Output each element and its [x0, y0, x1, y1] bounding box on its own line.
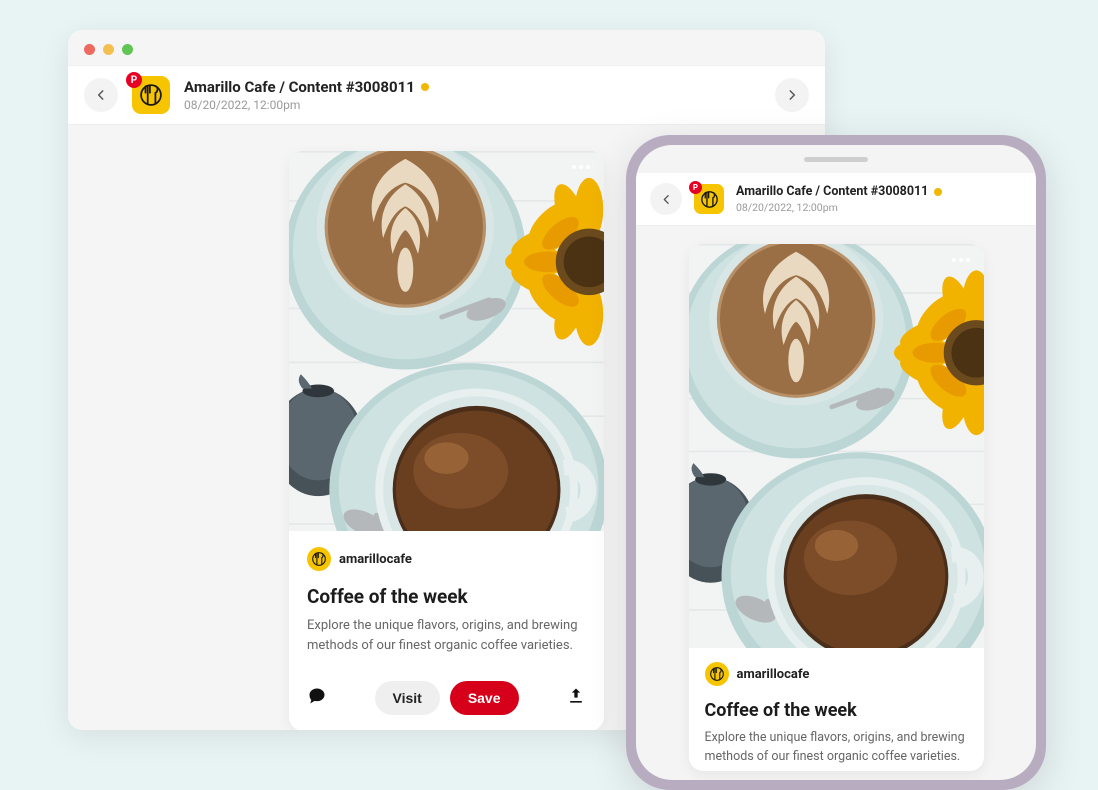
mobile-back-button[interactable]	[650, 183, 682, 215]
status-indicator-icon	[934, 188, 942, 196]
share-icon	[566, 686, 586, 706]
maximize-window-icon[interactable]	[122, 44, 133, 55]
share-button[interactable]	[566, 686, 586, 710]
mobile-screen: P Amarillo Cafe / Content #3008011 08/20…	[636, 145, 1036, 780]
pin-title: Coffee of the week	[307, 585, 586, 608]
comment-button[interactable]	[307, 686, 327, 710]
content-timestamp: 08/20/2022, 12:00pm	[184, 98, 429, 112]
mobile-preview-canvas: amarillocafe Coffee of the week Explore …	[636, 226, 1036, 771]
chevron-left-icon	[94, 88, 108, 102]
minimize-window-icon[interactable]	[103, 44, 114, 55]
comment-icon	[307, 686, 327, 706]
utensils-icon	[140, 84, 162, 106]
pin-description: Explore the unique flavors, origins, and…	[307, 616, 586, 655]
content-header: P Amarillo Cafe / Content #3008011 08/20…	[68, 65, 825, 125]
chevron-left-icon	[660, 193, 673, 206]
pinterest-badge-icon: P	[126, 72, 142, 88]
content-title: Amarillo Cafe / Content #3008011	[184, 78, 429, 96]
more-icon[interactable]	[952, 258, 970, 262]
coffee-scene-illustration	[689, 244, 984, 648]
mobile-content-title-text: Amarillo Cafe / Content #3008011	[736, 184, 928, 199]
mobile-brand-icon: P	[694, 184, 724, 214]
visit-button[interactable]: Visit	[375, 681, 440, 715]
account-row[interactable]: amarillocafe	[307, 547, 586, 571]
close-window-icon[interactable]	[84, 44, 95, 55]
utensils-icon	[701, 191, 718, 208]
account-handle: amarillocafe	[339, 552, 412, 567]
mobile-content-timestamp: 08/20/2022, 12:00pm	[736, 201, 942, 214]
window-controls	[68, 30, 825, 65]
mobile-pin-description: Explore the unique flavors, origins, and…	[705, 729, 968, 767]
more-icon[interactable]	[572, 165, 590, 169]
forward-button[interactable]	[775, 78, 809, 112]
speaker-icon	[804, 157, 868, 162]
mobile-account-handle: amarillocafe	[737, 667, 810, 682]
status-indicator-icon	[421, 83, 429, 91]
coffee-scene-illustration	[289, 151, 604, 531]
account-avatar-icon	[307, 547, 331, 571]
account-avatar-icon	[705, 662, 729, 686]
brand-icon: P	[132, 76, 170, 114]
pinterest-badge-icon: P	[689, 181, 702, 194]
mobile-content-header: P Amarillo Cafe / Content #3008011 08/20…	[636, 173, 1036, 226]
mobile-account-row[interactable]: amarillocafe	[705, 662, 968, 686]
pin-card: amarillocafe Coffee of the week Explore …	[289, 151, 604, 730]
mobile-pin-title: Coffee of the week	[705, 700, 968, 721]
mobile-device-frame: P Amarillo Cafe / Content #3008011 08/20…	[626, 135, 1046, 790]
mobile-pin-card: amarillocafe Coffee of the week Explore …	[689, 244, 984, 771]
pin-image[interactable]	[289, 151, 604, 531]
mobile-content-title: Amarillo Cafe / Content #3008011	[736, 184, 942, 199]
save-button[interactable]: Save	[450, 681, 519, 715]
chevron-right-icon	[785, 88, 799, 102]
content-title-text: Amarillo Cafe / Content #3008011	[184, 78, 415, 96]
back-button[interactable]	[84, 78, 118, 112]
pin-actions: Visit Save	[289, 669, 604, 730]
mobile-pin-image[interactable]	[689, 244, 984, 648]
